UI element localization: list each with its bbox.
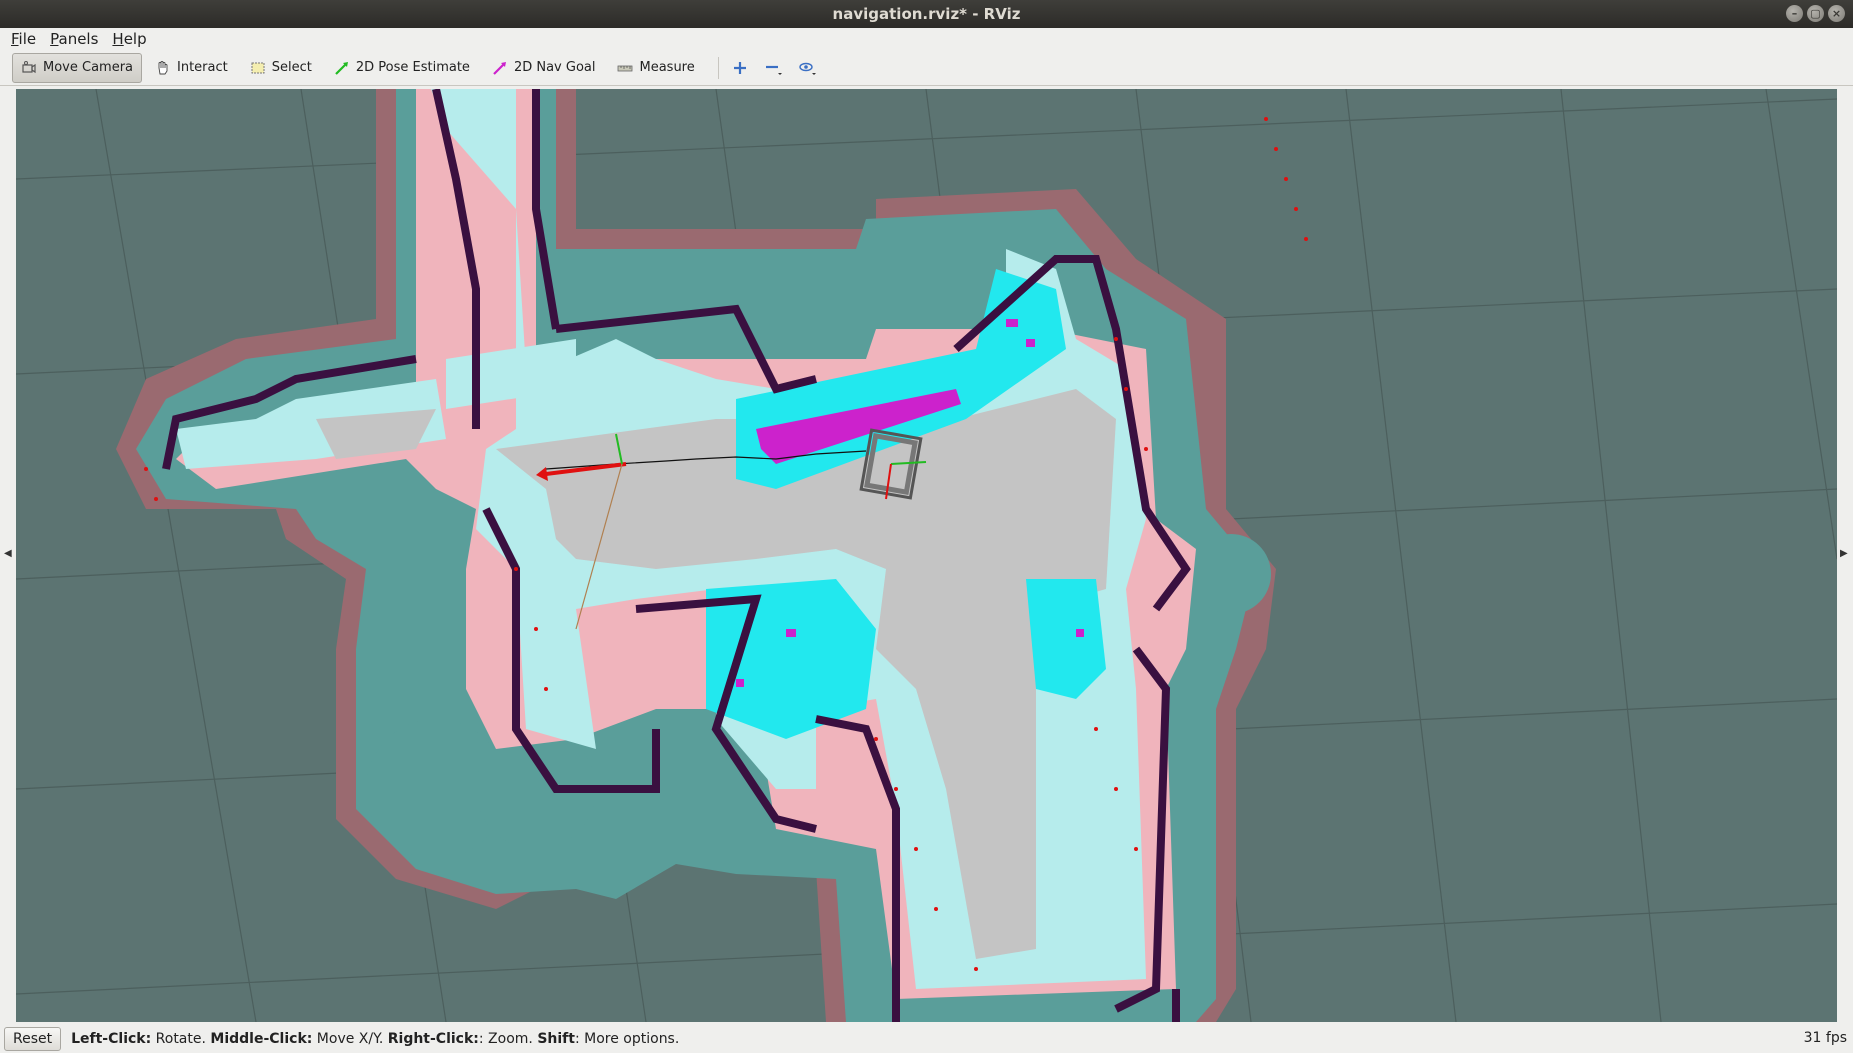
hint-middle-text: Move X/Y. bbox=[312, 1031, 388, 1047]
hint-right-key: Right-Click: bbox=[387, 1031, 479, 1047]
hint-right-text: : Zoom. bbox=[478, 1031, 538, 1047]
window-controls: – ▢ × bbox=[1786, 5, 1845, 22]
menu-bar: File Panels Help bbox=[0, 28, 1853, 50]
status-bar: Reset Left-Click: Rotate. Middle-Click: … bbox=[0, 1025, 1853, 1053]
collapse-right-icon[interactable]: ▶ bbox=[1840, 548, 1850, 564]
select-button[interactable]: Select bbox=[241, 53, 321, 83]
menu-help[interactable]: Help bbox=[105, 30, 153, 48]
mouse-hint: Left-Click: Rotate. Middle-Click: Move X… bbox=[71, 1031, 679, 1047]
remove-tool-icon bbox=[765, 65, 782, 75]
add-tool-button[interactable] bbox=[729, 57, 751, 79]
hint-shift-text: : More options. bbox=[574, 1031, 680, 1047]
move-camera-button[interactable]: Move Camera bbox=[12, 52, 143, 83]
tools-toolbar: Move Camera Interact Select 2D Pose Esti… bbox=[0, 50, 1853, 86]
hand-icon bbox=[158, 60, 168, 74]
map-render[interactable] bbox=[16, 89, 1837, 1022]
maximize-icon[interactable]: ▢ bbox=[1807, 5, 1824, 22]
interact-label: Interact bbox=[177, 60, 228, 75]
hint-left-key: Left-Click: bbox=[71, 1031, 152, 1047]
pose-estimate-button[interactable]: 2D Pose Estimate bbox=[325, 53, 479, 83]
move-camera-icon bbox=[22, 60, 36, 73]
measure-label: Measure bbox=[639, 60, 695, 75]
interact-button[interactable]: Interact bbox=[146, 53, 237, 83]
minimize-icon[interactable]: – bbox=[1786, 5, 1803, 22]
green-arrow-icon bbox=[335, 61, 348, 75]
render-viewport[interactable] bbox=[16, 89, 1837, 1022]
remove-tool-button[interactable] bbox=[763, 57, 785, 79]
menu-file-label: ile bbox=[18, 30, 37, 48]
fps-counter: 31 fps bbox=[1803, 1030, 1847, 1046]
select-box-icon bbox=[251, 62, 265, 73]
ruler-icon bbox=[618, 65, 633, 71]
hint-middle-key: Middle-Click: bbox=[210, 1031, 313, 1047]
measure-button[interactable]: Measure bbox=[608, 53, 703, 83]
menu-panels[interactable]: Panels bbox=[43, 30, 105, 48]
reset-button[interactable]: Reset bbox=[4, 1027, 62, 1051]
menu-help-label: elp bbox=[123, 30, 147, 48]
view-eye-icon bbox=[799, 62, 816, 75]
window-title: navigation.rviz* - RViz bbox=[832, 5, 1021, 23]
nav-goal-label: 2D Nav Goal bbox=[513, 60, 596, 75]
toolbar-separator bbox=[717, 56, 719, 79]
magenta-arrow-icon bbox=[493, 61, 506, 75]
nav-goal-button[interactable]: 2D Nav Goal bbox=[483, 53, 605, 83]
select-label: Select bbox=[271, 60, 312, 75]
pose-estimate-label: 2D Pose Estimate bbox=[355, 60, 470, 75]
hint-left-text: Rotate. bbox=[151, 1031, 211, 1047]
hint-shift-key: Shift bbox=[537, 1031, 575, 1047]
menu-panels-mnemonic: P bbox=[50, 30, 59, 48]
window-titlebar: navigation.rviz* - RViz – ▢ × bbox=[0, 0, 1853, 28]
menu-panels-label: anels bbox=[58, 30, 99, 48]
move-camera-label: Move Camera bbox=[43, 60, 134, 75]
close-icon[interactable]: × bbox=[1828, 5, 1845, 22]
collapse-left-icon[interactable]: ◀ bbox=[4, 548, 14, 564]
view-button[interactable] bbox=[797, 57, 819, 79]
add-tool-icon bbox=[733, 61, 746, 74]
menu-file[interactable]: File bbox=[4, 30, 43, 48]
menu-help-mnemonic: H bbox=[112, 30, 124, 48]
menu-file-mnemonic: F bbox=[11, 30, 19, 48]
